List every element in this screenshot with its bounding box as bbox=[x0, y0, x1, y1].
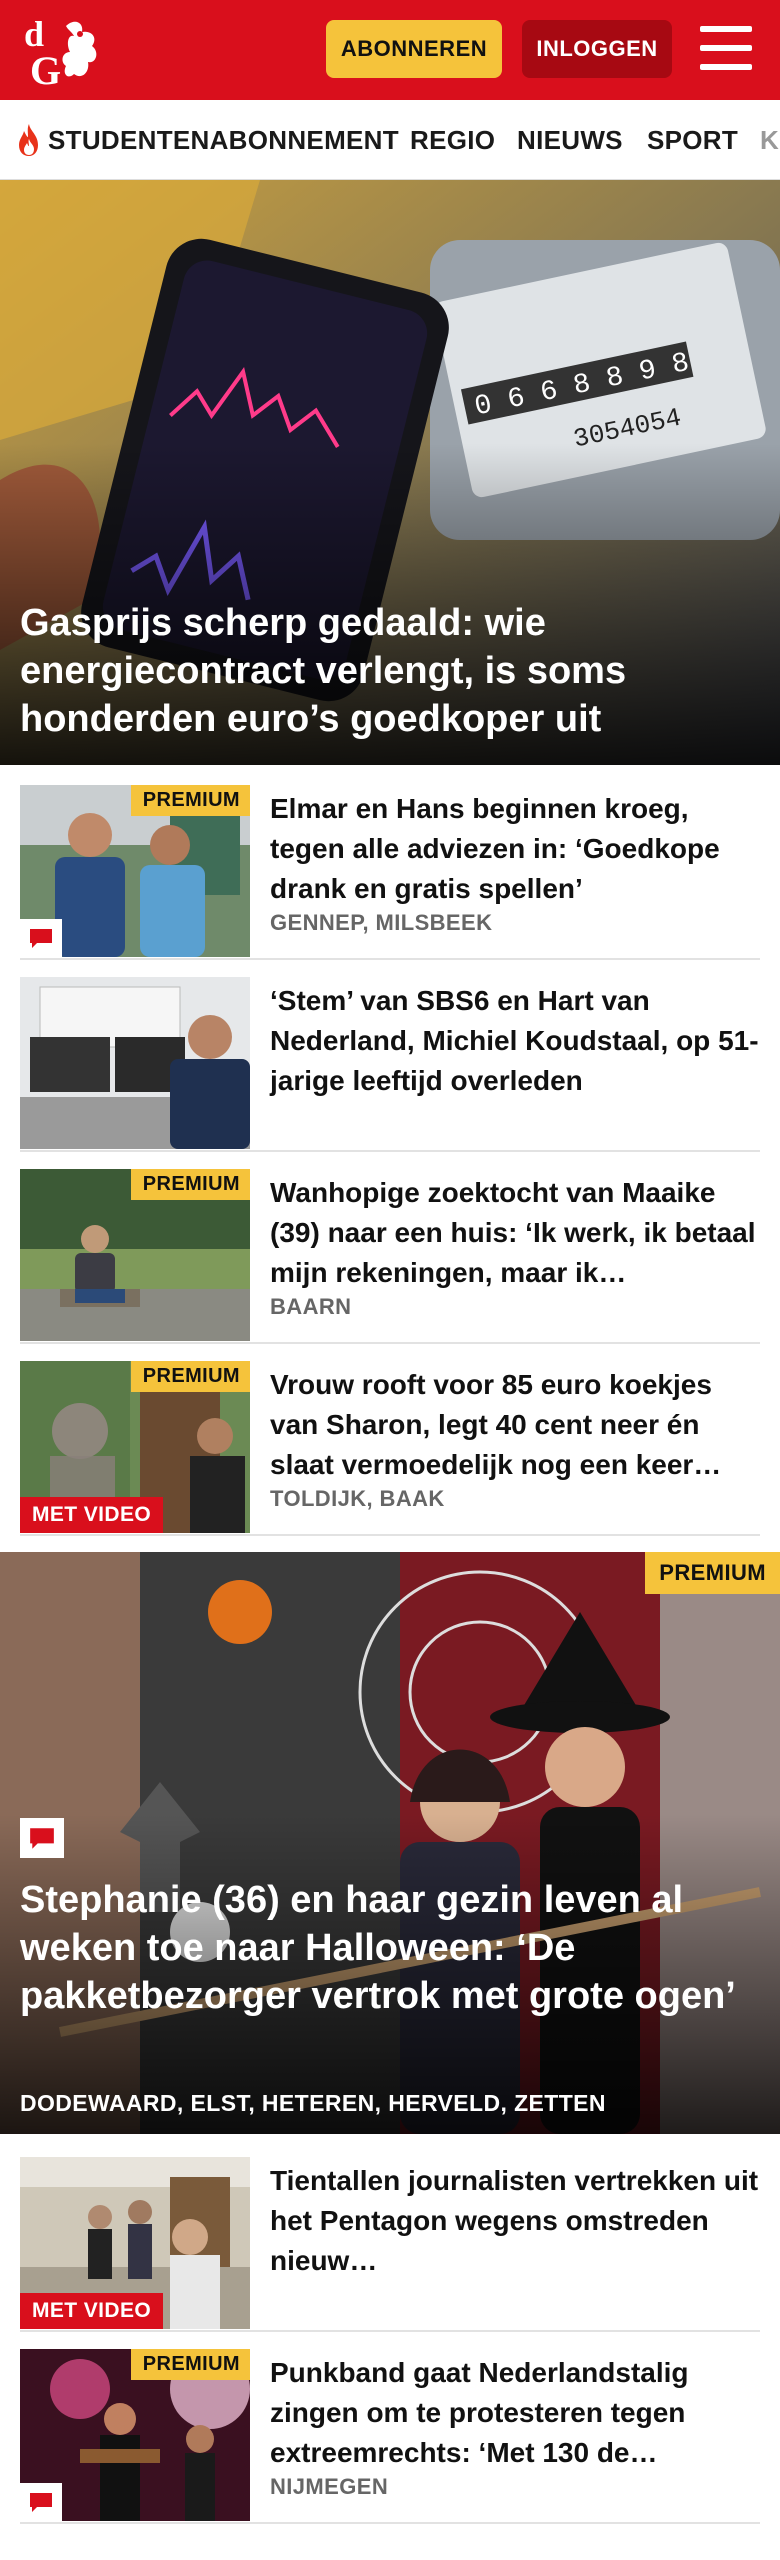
subscribe-button[interactable]: ABONNEREN bbox=[326, 20, 502, 78]
article-card[interactable]: MET VIDEO Tientallen journalisten vertre… bbox=[20, 2157, 760, 2332]
article-card[interactable]: PREMIUM MET VIDEO Vrouw rooft voor 85 eu… bbox=[20, 1361, 760, 1536]
nav-item-more[interactable]: K bbox=[760, 100, 779, 179]
article-title[interactable]: Vrouw rooft voor 85 euro koekjes van Sha… bbox=[270, 1365, 760, 1485]
nav-item-regio[interactable]: REGIO bbox=[410, 100, 495, 179]
article-thumbnail: PREMIUM bbox=[20, 1169, 250, 1341]
premium-badge: PREMIUM bbox=[130, 1361, 250, 1392]
hero-article[interactable]: 0 6 6 8 8 9 8 3054054 Gasprijs scherp ge… bbox=[0, 180, 780, 765]
video-badge: MET VIDEO bbox=[20, 1497, 164, 1533]
featured-location: DODEWAARD, ELST, HETEREN, HERVELD, ZETTE… bbox=[20, 2090, 606, 2116]
login-button[interactable]: INLOGGEN bbox=[522, 20, 672, 78]
article-thumbnail: PREMIUM bbox=[20, 2349, 250, 2521]
comment-icon bbox=[20, 2483, 62, 2521]
premium-badge: PREMIUM bbox=[130, 785, 250, 816]
article-thumbnail: PREMIUM MET VIDEO bbox=[20, 1361, 250, 1533]
article-card[interactable]: PREMIUM Wanhopige zoektocht van Maaike (… bbox=[20, 1169, 760, 1344]
site-logo[interactable]: d G bbox=[22, 12, 118, 93]
article-card[interactable]: PREMIUM Punkband gaat Nederlandstalig zi… bbox=[20, 2349, 760, 2524]
article-location: BAARN bbox=[270, 1294, 352, 1319]
article-title[interactable]: Elmar en Hans beginnen kroeg, tegen alle… bbox=[270, 789, 760, 909]
svg-text:G: G bbox=[30, 48, 61, 88]
article-location: TOLDIJK, BAAK bbox=[270, 1486, 445, 1511]
article-location: GENNEP, MILSBEEK bbox=[270, 910, 493, 935]
article-thumbnail bbox=[20, 977, 250, 1149]
premium-badge: PREMIUM bbox=[130, 2349, 250, 2380]
hero-title[interactable]: Gasprijs scherp gedaald: wie energiecont… bbox=[20, 599, 740, 743]
nav-item-sport[interactable]: SPORT bbox=[647, 100, 738, 179]
flame-icon bbox=[19, 124, 38, 156]
article-title[interactable]: Punkband gaat Nederlandstalig zingen om … bbox=[270, 2353, 760, 2473]
article-thumbnail: MET VIDEO bbox=[20, 2157, 250, 2329]
article-location: NIJMEGEN bbox=[270, 2474, 389, 2499]
section-nav: STUDENTENABONNEMENT REGIO NIEUWS SPORT K bbox=[0, 100, 780, 180]
premium-badge: PREMIUM bbox=[130, 1169, 250, 1200]
video-badge: MET VIDEO bbox=[20, 2293, 164, 2329]
article-title[interactable]: ‘Stem’ van SBS6 en Hart van Nederland, M… bbox=[270, 981, 760, 1101]
article-card[interactable]: PREMIUM Elmar en Hans beginnen kroeg, te… bbox=[20, 785, 760, 960]
nav-item-studentenabonnement[interactable]: STUDENTENABONNEMENT bbox=[16, 100, 399, 179]
hamburger-menu-icon[interactable] bbox=[700, 26, 752, 70]
article-title[interactable]: Tientallen journalisten vertrekken uit h… bbox=[270, 2161, 760, 2281]
article-thumbnail: PREMIUM bbox=[20, 785, 250, 957]
featured-image bbox=[0, 1552, 780, 2134]
site-header: d G ABONNEREN INLOGGEN bbox=[0, 0, 780, 100]
premium-badge: PREMIUM bbox=[645, 1552, 780, 1594]
nav-label: STUDENTENABONNEMENT bbox=[48, 124, 399, 155]
comment-icon bbox=[20, 1818, 64, 1858]
nav-item-nieuws[interactable]: NIEUWS bbox=[517, 100, 623, 179]
featured-title[interactable]: Stephanie (36) en haar gezin leven al we… bbox=[20, 1876, 760, 2020]
comment-icon bbox=[20, 919, 62, 957]
article-title[interactable]: Wanhopige zoektocht van Maaike (39) naar… bbox=[270, 1173, 760, 1293]
featured-article[interactable] bbox=[0, 1552, 780, 2134]
article-card[interactable]: ‘Stem’ van SBS6 en Hart van Nederland, M… bbox=[20, 977, 760, 1152]
